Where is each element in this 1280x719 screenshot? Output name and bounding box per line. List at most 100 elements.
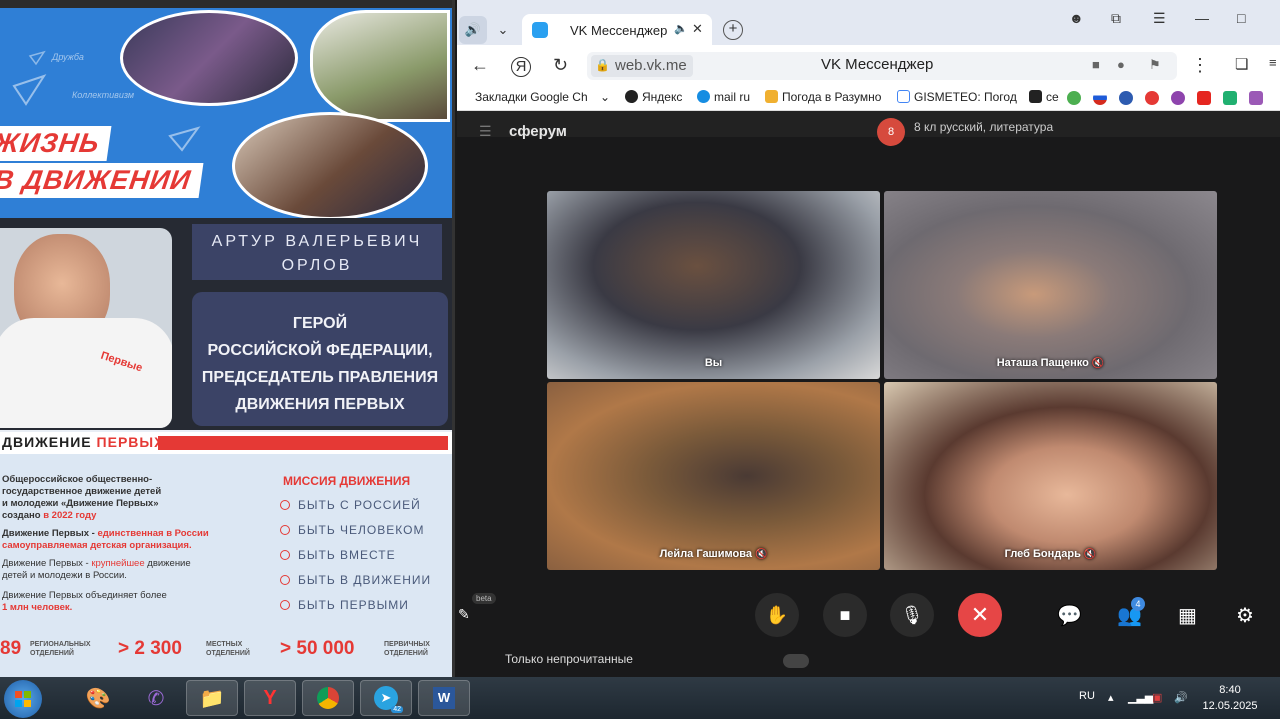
watermark-collectivism: Коллективизм bbox=[72, 90, 135, 100]
camera-button[interactable]: ■ bbox=[823, 593, 867, 637]
movement-prefix: ДВИЖЕНИЕ bbox=[2, 434, 97, 450]
check-circle-icon bbox=[280, 525, 290, 535]
tab-close-icon[interactable]: ✕ bbox=[692, 21, 703, 37]
bookmark-red-icon[interactable] bbox=[1145, 91, 1159, 105]
mic-indicator-icon[interactable]: ● bbox=[1117, 57, 1125, 72]
chevron-down-icon[interactable]: ⌄ bbox=[489, 16, 517, 44]
chat-title: 8 кл русский, литература bbox=[914, 120, 1054, 134]
sferum-logo: сферум bbox=[509, 123, 567, 140]
tab-strip: 🔊 ⌄ VK Мессенджер 🔈 ✕ + ☻ ⧉ ☰ — □ bbox=[457, 0, 1280, 46]
mission-item: БЫТЬ ЧЕЛОВЕКОМ bbox=[280, 523, 424, 537]
layout-grid-icon[interactable]: ▦ bbox=[1178, 603, 1197, 628]
address-bar[interactable]: web.vk.me 🔒 VK Мессенджер ■ ● ⚑ bbox=[587, 52, 1177, 80]
profile-icon[interactable]: ☻ bbox=[1069, 10, 1084, 26]
chat-icon[interactable]: 💬 bbox=[1057, 603, 1082, 628]
participant-tile[interactable]: Вы bbox=[547, 191, 880, 379]
bookmark-blue-icon[interactable] bbox=[1119, 91, 1133, 105]
stat-local-value: > 2 300 bbox=[118, 638, 182, 659]
watermark-friendship: Дружба bbox=[52, 52, 84, 62]
reload-icon[interactable]: ↻ bbox=[553, 55, 568, 76]
network-warning-icon[interactable]: ▣ bbox=[1152, 691, 1162, 704]
raise-hand-button[interactable]: ✋ bbox=[755, 593, 799, 637]
bookmark-green-icon[interactable] bbox=[1067, 91, 1081, 105]
end-call-button[interactable]: ✕ bbox=[958, 593, 1002, 637]
tab-audio-icon[interactable]: 🔈 bbox=[674, 22, 688, 35]
minimize-icon[interactable]: — bbox=[1195, 10, 1209, 26]
check-circle-icon bbox=[280, 550, 290, 560]
bookmark-purple-square-icon[interactable] bbox=[1249, 91, 1263, 105]
start-button[interactable] bbox=[4, 680, 42, 718]
bookmark-flag-icon[interactable] bbox=[1093, 91, 1107, 105]
mission-item: БЫТЬ С РОССИЕЙ bbox=[280, 498, 421, 512]
vk-favicon-icon bbox=[532, 22, 548, 38]
menu-icon[interactable]: ☰ bbox=[1153, 10, 1166, 27]
settings-gear-icon[interactable]: ⚙ bbox=[1236, 603, 1254, 628]
yandex-logo-icon[interactable]: Я bbox=[511, 57, 531, 77]
bookmark-label: ce bbox=[1046, 90, 1059, 104]
extensions-icon[interactable]: ❏ bbox=[1235, 55, 1248, 73]
mission-label: БЫТЬ ПЕРВЫМИ bbox=[298, 598, 409, 612]
poster-window[interactable]: Дружба Коллективизм ЖИЗНЬ В ДВИЖЕНИИ Пер… bbox=[0, 0, 455, 677]
unread-only-toggle[interactable] bbox=[783, 654, 809, 668]
poster-window-titlebar bbox=[0, 0, 452, 8]
taskbar-paint-app[interactable]: 🎨 bbox=[72, 680, 124, 716]
youtube-icon[interactable] bbox=[1197, 91, 1211, 105]
participant-name: Глеб Бондарь 🔇 bbox=[884, 548, 1217, 560]
unread-only-label: Только непрочитанные bbox=[505, 652, 633, 666]
draw-icon[interactable]: ✎ bbox=[458, 606, 470, 623]
taskbar-viber-app[interactable]: ✆ bbox=[130, 680, 182, 716]
taskbar-chrome-app[interactable] bbox=[302, 680, 354, 716]
participant-name-text: Лейла Гашимова bbox=[659, 548, 752, 560]
bookmark-ce[interactable]: ce bbox=[1029, 90, 1059, 104]
participant-tile[interactable]: Лейла Гашимова 🔇 bbox=[547, 382, 880, 570]
microphone-icon: 🎙 bbox=[900, 604, 924, 625]
tray-expand-icon[interactable]: ▴ bbox=[1108, 691, 1114, 704]
title-line: РОССИЙСКОЙ ФЕДЕРАЦИИ, bbox=[207, 342, 433, 359]
stat-regional-label: РЕГИОНАЛЬНЫХ ОТДЕЛЕНИЙ bbox=[30, 640, 91, 658]
bookmark-purple-icon[interactable] bbox=[1171, 91, 1185, 105]
maximize-icon[interactable]: □ bbox=[1237, 10, 1245, 26]
bookmark-mail[interactable]: mail ru bbox=[697, 90, 750, 104]
hand-icon: ✋ bbox=[765, 604, 789, 625]
check-circle-icon bbox=[280, 600, 290, 610]
info-line: Общероссийское общественно- bbox=[2, 474, 153, 485]
mic-off-icon: 🔇 bbox=[754, 549, 768, 560]
google-icon bbox=[897, 90, 910, 103]
taskbar: 🎨 ✆ 📁 Y ➤ 42 W RU ▴ ▁▃▅ ▣ 🔊 8:40 12.05.20… bbox=[0, 677, 1280, 719]
signal-icon[interactable]: ▁▃▅ bbox=[1128, 691, 1153, 704]
collections-icon[interactable]: ⧉ bbox=[1111, 10, 1121, 27]
name-line-2: ОРЛОВ bbox=[281, 257, 353, 274]
title-line: ГЕРОЙ bbox=[292, 315, 348, 332]
taskbar-word-app[interactable]: W bbox=[418, 680, 470, 716]
back-arrow-icon[interactable]: ← bbox=[471, 55, 489, 76]
tab-vk-messenger[interactable]: VK Мессенджер 🔈 ✕ bbox=[522, 14, 712, 46]
bookmark-p-icon[interactable] bbox=[1223, 91, 1237, 105]
volume-icon[interactable]: 🔊 bbox=[1174, 691, 1188, 704]
mission-title: МИССИЯ ДВИЖЕНИЯ bbox=[283, 474, 411, 488]
language-indicator[interactable]: RU bbox=[1079, 690, 1095, 702]
overflow-icon[interactable]: ≡ bbox=[1269, 55, 1277, 70]
bookmark-gismeteo[interactable]: GISMETEO: Погод bbox=[897, 90, 1017, 104]
new-tab-button[interactable]: + bbox=[723, 20, 743, 40]
participant-tile[interactable]: Наташа Пащенко 🔇 bbox=[884, 191, 1217, 379]
more-icon[interactable]: ⋮ bbox=[1191, 55, 1209, 76]
chevron-down-icon[interactable]: ⌄ bbox=[600, 90, 610, 104]
bookmark-icon[interactable]: ⚑ bbox=[1149, 57, 1161, 73]
speaker-icon[interactable]: 🔊 bbox=[459, 16, 487, 44]
taskbar-yandex-browser-app[interactable]: Y bbox=[244, 680, 296, 716]
microphone-button[interactable]: 🎙 bbox=[890, 593, 934, 637]
bookmark-weather[interactable]: Погода в Разумно bbox=[765, 90, 881, 104]
taskbar-telegram-app[interactable]: ➤ 42 bbox=[360, 680, 412, 716]
close-icon: ✕ bbox=[970, 602, 990, 627]
hamburger-icon[interactable]: ☰ bbox=[479, 123, 492, 140]
clock[interactable]: 8:40 12.05.2025 bbox=[1200, 682, 1260, 714]
participant-tile[interactable]: Глеб Бондарь 🔇 bbox=[884, 382, 1217, 570]
info-block-3: Движение Первых - крупнейшее движение де… bbox=[2, 558, 191, 582]
bookmark-yandex[interactable]: Яндекс bbox=[625, 90, 682, 104]
camera-indicator-icon[interactable]: ■ bbox=[1092, 57, 1100, 72]
bookmark-google[interactable]: Закладки Google Ch bbox=[475, 90, 588, 104]
vk-header: ☰ сферум 8 8 кл русский, литература bbox=[457, 111, 1280, 146]
title-line: ДВИЖЕНИЯ ПЕРВЫХ bbox=[235, 396, 405, 413]
taskbar-explorer-app[interactable]: 📁 bbox=[186, 680, 238, 716]
bookmark-site-icon bbox=[1029, 90, 1042, 103]
